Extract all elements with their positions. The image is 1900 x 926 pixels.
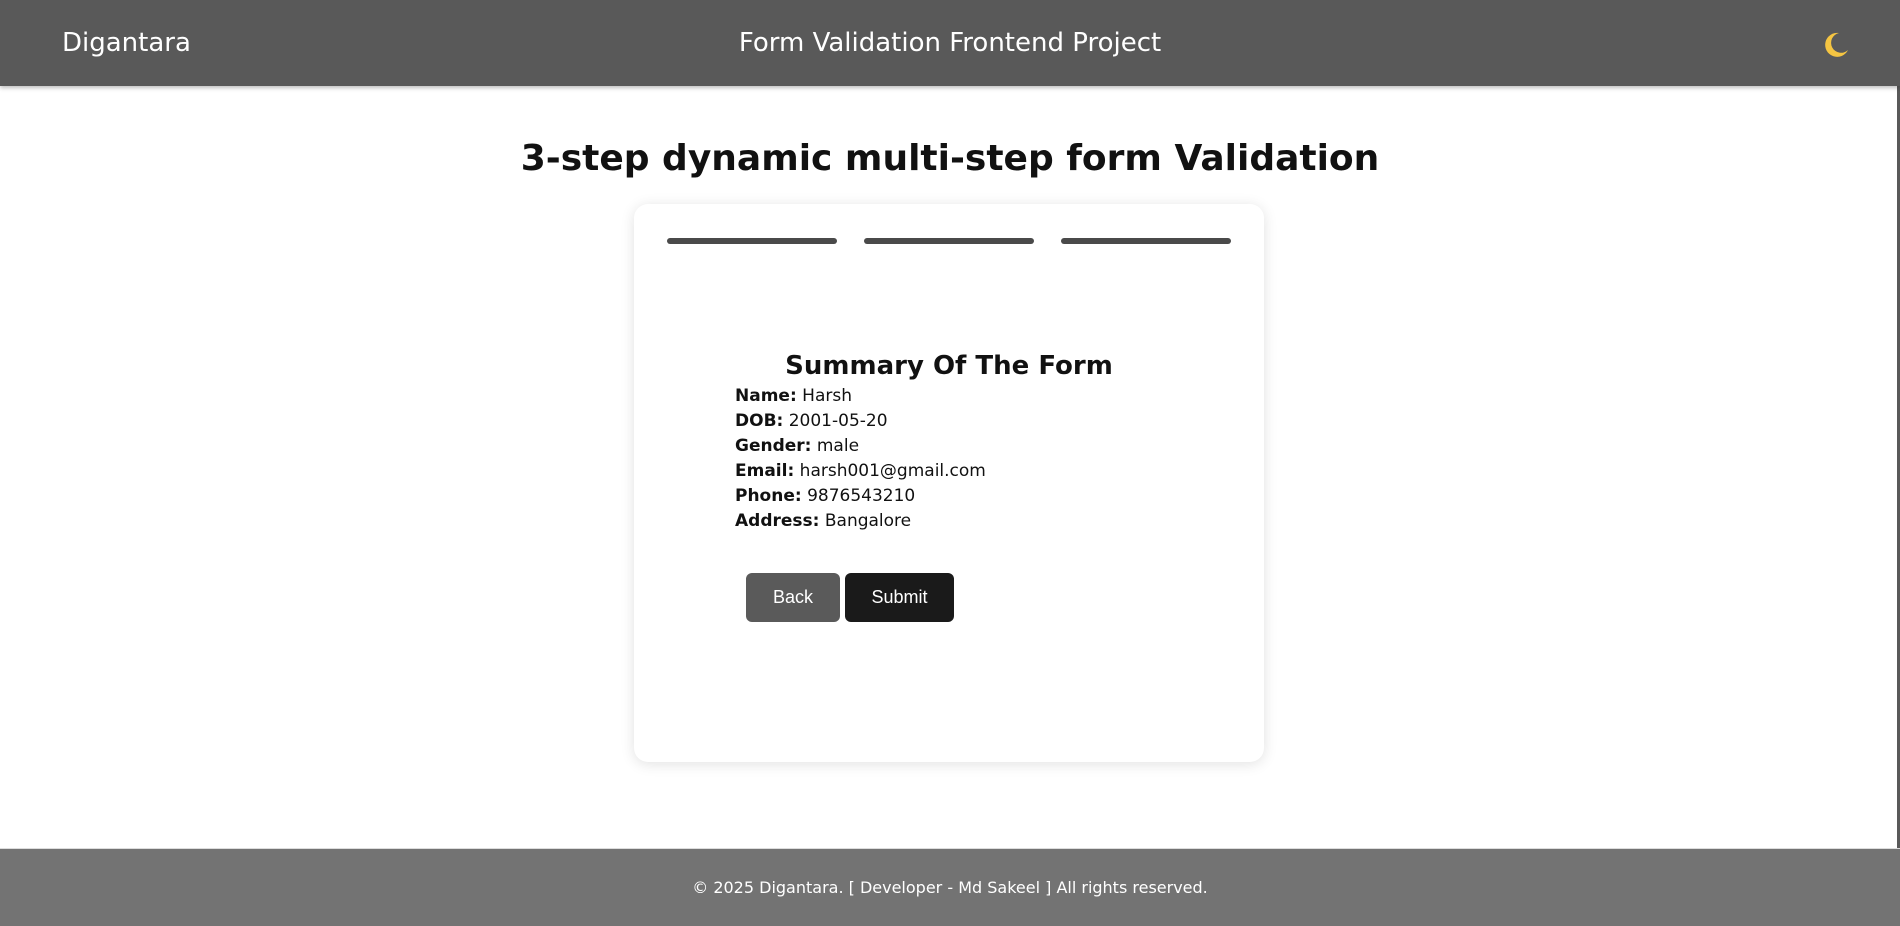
summary-value: male [816, 436, 860, 456]
summary-label: Gender: [735, 436, 812, 456]
summary-row-email: Email: harsh001@gmail.com [735, 459, 986, 484]
summary-value: Harsh [802, 386, 852, 406]
summary-label: Email: [735, 461, 795, 481]
summary-value: 9876543210 [807, 486, 916, 506]
summary-row-name: Name: Harsh [735, 384, 986, 409]
summary-list: Name: Harsh DOB: 2001-05-20 Gender: male… [735, 384, 986, 534]
back-button[interactable]: Back [746, 573, 840, 622]
step-indicator-2 [864, 238, 1034, 244]
summary-label: Name: [735, 386, 797, 406]
footer: © 2025 Digantara. [ Developer - Md Sakee… [0, 848, 1900, 926]
summary-label: Address: [735, 511, 820, 531]
summary-label: Phone: [735, 486, 802, 506]
navbar: Digantara Form Validation Frontend Proje… [0, 0, 1900, 86]
moon-icon[interactable] [1818, 28, 1852, 62]
page-title: 3-step dynamic multi-step form Validatio… [520, 138, 1380, 180]
summary-value: 2001-05-20 [788, 411, 888, 431]
footer-copyright: © 2025 Digantara. [ Developer - Md Sakee… [692, 878, 1208, 897]
summary-label: DOB: [735, 411, 784, 431]
summary-row-dob: DOB: 2001-05-20 [735, 409, 986, 434]
summary-row-phone: Phone: 9876543210 [735, 484, 986, 509]
summary-value: harsh001@gmail.com [799, 461, 986, 481]
summary-row-gender: Gender: male [735, 434, 986, 459]
summary-value: Bangalore [824, 511, 912, 531]
app-root: Digantara Form Validation Frontend Proje… [0, 0, 1900, 926]
submit-button[interactable]: Submit [845, 573, 954, 622]
summary-title: Summary Of The Form [785, 350, 1113, 381]
step-indicator-1 [667, 238, 837, 244]
navbar-title: Form Validation Frontend Project [738, 28, 1162, 58]
summary-row-address: Address: Bangalore [735, 509, 986, 534]
step-indicator-3 [1061, 238, 1231, 244]
form-card: Summary Of The Form Name: Harsh DOB: 200… [634, 204, 1264, 762]
